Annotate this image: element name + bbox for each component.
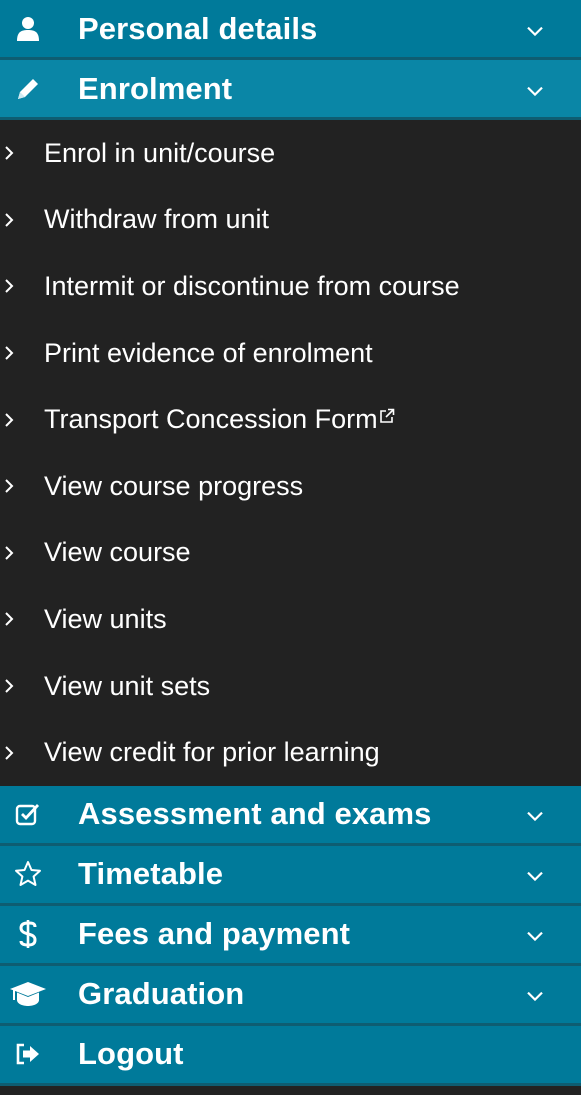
student-menu: Personal details Enrolment Enrol in unit…	[0, 0, 588, 1095]
submenu-item-withdraw[interactable]: Withdraw from unit	[0, 187, 581, 254]
logout-icon	[0, 1026, 56, 1083]
submenu-item-label: View credit for prior learning	[44, 737, 380, 768]
submenu-item-course-progress[interactable]: View course progress	[0, 453, 581, 520]
chevron-down-icon[interactable]	[527, 23, 543, 41]
section-label: Graduation	[78, 976, 245, 1012]
external-link-icon	[379, 408, 395, 429]
chevron-right-icon	[0, 412, 44, 428]
submenu-item-view-unit-sets[interactable]: View unit sets	[0, 653, 581, 720]
chevron-down-icon[interactable]	[527, 809, 543, 827]
section-label: Assessment and exams	[78, 796, 432, 832]
section-personal-details[interactable]: Personal details	[0, 0, 581, 60]
chevron-down-icon[interactable]	[527, 869, 543, 887]
chevron-right-icon	[0, 145, 44, 161]
logout-button[interactable]: Logout	[0, 1025, 581, 1086]
submenu-item-transport-concession[interactable]: Transport Concession Form	[0, 386, 581, 453]
graduation-cap-icon	[0, 966, 56, 1023]
submenu-item-label: Print evidence of enrolment	[44, 337, 373, 368]
star-icon	[0, 846, 56, 903]
chevron-down-icon[interactable]	[527, 929, 543, 947]
page-edge	[581, 0, 588, 1095]
chevron-right-icon	[0, 478, 44, 494]
section-timetable[interactable]: Timetable	[0, 845, 581, 906]
submenu-item-label: View units	[44, 603, 167, 634]
submenu-item-print-evidence[interactable]: Print evidence of enrolment	[0, 320, 581, 387]
submenu-item-view-credit[interactable]: View credit for prior learning	[0, 719, 581, 786]
chevron-right-icon	[0, 345, 44, 361]
submenu-item-label: View unit sets	[44, 670, 211, 701]
submenu-item-label: Transport Concession Form	[44, 404, 378, 435]
section-label: Fees and payment	[78, 916, 351, 952]
pencil-icon	[0, 60, 56, 117]
submenu-item-view-units[interactable]: View units	[0, 586, 581, 653]
checkbox-icon	[0, 786, 56, 843]
enrolment-submenu: Enrol in unit/course Withdraw from unit …	[0, 120, 581, 786]
section-label: Timetable	[78, 856, 224, 892]
section-label: Logout	[78, 1036, 184, 1072]
chevron-down-icon[interactable]	[527, 989, 543, 1007]
submenu-item-view-course[interactable]: View course	[0, 520, 581, 587]
submenu-item-enrol[interactable]: Enrol in unit/course	[0, 120, 581, 187]
section-assessment-exams[interactable]: Assessment and exams	[0, 785, 581, 846]
user-icon	[0, 0, 56, 57]
section-label: Enrolment	[78, 70, 233, 106]
dollar-icon	[0, 906, 56, 963]
chevron-right-icon	[0, 212, 44, 228]
chevron-right-icon	[0, 678, 44, 694]
chevron-right-icon	[0, 611, 44, 627]
section-label: Personal details	[78, 10, 318, 46]
submenu-item-intermit[interactable]: Intermit or discontinue from course	[0, 253, 581, 320]
chevron-right-icon	[0, 545, 44, 561]
chevron-right-icon	[0, 278, 44, 294]
chevron-down-icon[interactable]	[527, 83, 543, 101]
chevron-right-icon	[0, 745, 44, 761]
submenu-item-label: View course progress	[44, 470, 304, 501]
section-enrolment[interactable]: Enrolment	[0, 60, 581, 120]
section-fees-payment[interactable]: Fees and payment	[0, 905, 581, 966]
submenu-item-label: View course	[44, 537, 191, 568]
submenu-item-label: Intermit or discontinue from course	[44, 270, 460, 301]
submenu-item-label: Withdraw from unit	[44, 204, 270, 235]
submenu-item-label: Enrol in unit/course	[44, 137, 276, 168]
section-graduation[interactable]: Graduation	[0, 965, 581, 1026]
